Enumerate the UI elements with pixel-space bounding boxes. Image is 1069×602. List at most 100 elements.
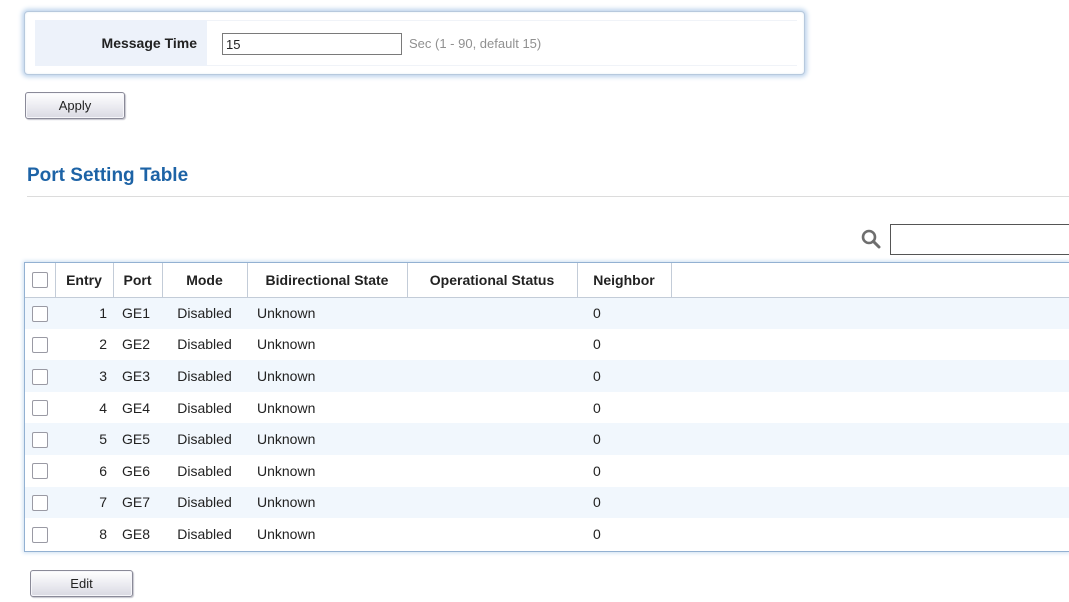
table-row[interactable]: 3 GE3 Disabled Unknown 0 [25,360,1069,392]
cell-port: GE2 [113,328,162,361]
cell-filler [671,360,1069,392]
table-row[interactable]: 8 GE8 Disabled Unknown 0 [25,518,1069,550]
section-divider [27,196,1069,197]
cell-operational-status [407,328,577,361]
cell-filler [671,518,1069,550]
cell-neighbor: 0 [577,486,671,519]
row-checkbox[interactable] [32,337,48,354]
select-all-cell [25,263,56,298]
cell-entry: 8 [55,518,113,550]
row-checkbox-cell [25,486,55,519]
row-checkbox-cell [25,423,55,455]
message-time-input[interactable] [222,33,402,55]
cell-filler [671,423,1069,455]
cell-operational-status [407,360,577,392]
cell-bidirectional-state: Unknown [247,391,407,424]
cell-filler [671,454,1069,487]
header-operational-status[interactable]: Operational Status [407,263,578,298]
port-setting-table: Entry Port Mode Bidirectional State Oper… [24,262,1069,552]
header-filler [671,263,1069,298]
header-port[interactable]: Port [113,263,163,298]
cell-entry: 6 [55,454,113,487]
table-row[interactable]: 7 GE7 Disabled Unknown 0 [25,486,1069,519]
cell-port: GE1 [113,297,162,329]
row-checkbox[interactable] [32,463,48,480]
apply-button[interactable]: Apply [25,92,125,119]
cell-mode: Disabled [162,518,247,550]
cell-bidirectional-state: Unknown [247,454,407,487]
message-time-field-cell: Sec (1 - 90, default 15) [207,20,797,66]
cell-port: GE8 [113,518,162,550]
cell-bidirectional-state: Unknown [247,423,407,455]
cell-neighbor: 0 [577,518,671,550]
cell-bidirectional-state: Unknown [247,360,407,392]
cell-mode: Disabled [162,328,247,361]
cell-port: GE7 [113,486,162,519]
cell-neighbor: 0 [577,423,671,455]
row-checkbox[interactable] [32,526,48,543]
cell-entry: 7 [55,486,113,519]
cell-entry: 5 [55,423,113,455]
header-mode[interactable]: Mode [162,263,248,298]
header-bidirectional-state[interactable]: Bidirectional State [247,263,408,298]
message-time-panel: Message Time Sec (1 - 90, default 15) [24,11,805,75]
cell-mode: Disabled [162,454,247,487]
cell-entry: 3 [55,360,113,392]
table-row[interactable]: 1 GE1 Disabled Unknown 0 [25,297,1069,329]
cell-bidirectional-state: Unknown [247,328,407,361]
row-checkbox[interactable] [32,305,48,322]
table-row[interactable]: 2 GE2 Disabled Unknown 0 [25,328,1069,361]
row-checkbox[interactable] [32,400,48,417]
cell-mode: Disabled [162,486,247,519]
table-row[interactable]: 6 GE6 Disabled Unknown 0 [25,454,1069,487]
cell-operational-status [407,391,577,424]
table-header-row: Entry Port Mode Bidirectional State Oper… [25,263,1069,298]
header-neighbor[interactable]: Neighbor [577,263,672,298]
header-entry[interactable]: Entry [55,263,114,298]
cell-mode: Disabled [162,297,247,329]
cell-entry: 1 [55,297,113,329]
cell-mode: Disabled [162,423,247,455]
section-title: Port Setting Table [27,165,189,186]
row-checkbox-cell [25,328,55,361]
cell-neighbor: 0 [577,391,671,424]
cell-bidirectional-state: Unknown [247,297,407,329]
row-checkbox-cell [25,297,55,329]
row-checkbox[interactable] [32,368,48,385]
cell-neighbor: 0 [577,360,671,392]
row-checkbox-cell [25,454,55,487]
cell-mode: Disabled [162,360,247,392]
table-row[interactable]: 5 GE5 Disabled Unknown 0 [25,423,1069,455]
cell-neighbor: 0 [577,454,671,487]
port-table: Entry Port Mode Bidirectional State Oper… [25,263,1069,550]
cell-port: GE6 [113,454,162,487]
cell-operational-status [407,423,577,455]
cell-mode: Disabled [162,391,247,424]
row-checkbox[interactable] [32,495,48,511]
cell-neighbor: 0 [577,297,671,329]
cell-operational-status [407,297,577,329]
row-checkbox-cell [25,518,55,550]
message-time-hint: Sec (1 - 90, default 15) [409,36,542,51]
cell-bidirectional-state: Unknown [247,518,407,550]
cell-operational-status [407,486,577,519]
cell-entry: 4 [55,391,113,424]
select-all-checkbox[interactable] [31,272,48,289]
table-row[interactable]: 4 GE4 Disabled Unknown 0 [25,391,1069,424]
edit-button[interactable]: Edit [30,570,133,597]
cell-bidirectional-state: Unknown [247,486,407,519]
cell-filler [671,297,1069,329]
cell-filler [671,328,1069,361]
search-input[interactable] [890,224,1069,255]
cell-filler [671,486,1069,519]
cell-neighbor: 0 [577,328,671,361]
message-time-label: Message Time [35,20,207,66]
cell-port: GE4 [113,391,162,424]
cell-operational-status [407,454,577,487]
row-checkbox-cell [25,360,55,392]
cell-port: GE3 [113,360,162,392]
cell-operational-status [407,518,577,550]
row-checkbox[interactable] [32,431,48,448]
cell-filler [671,391,1069,424]
search-icon[interactable] [861,229,881,249]
